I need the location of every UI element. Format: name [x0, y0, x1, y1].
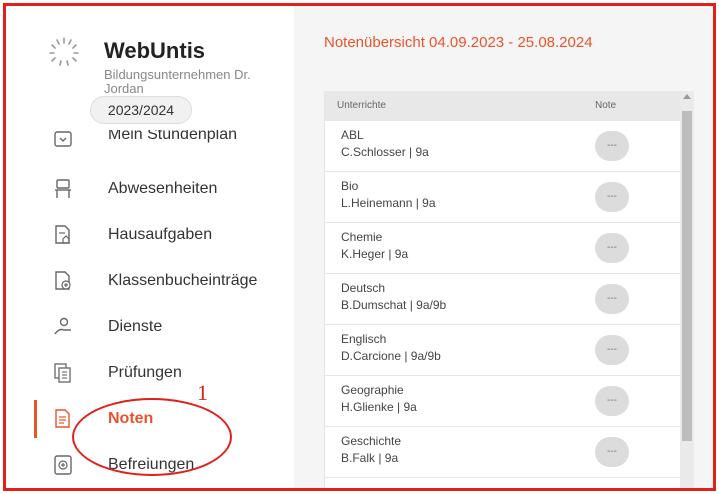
sidebar-item-duties[interactable]: Dienste [6, 304, 294, 350]
subject-name: Deutsch [341, 281, 386, 295]
sidebar: WebUntis Bildungsunternehmen Dr. Jordan … [6, 6, 294, 488]
teacher-class: K.Heger | 9a [341, 247, 409, 261]
subject-name: Geschichte [341, 434, 402, 448]
grade-badge[interactable]: --- [595, 437, 629, 467]
duty-icon [54, 317, 71, 335]
exemption-icon [54, 455, 72, 475]
main-content: Notenübersicht 04.09.2023 - 25.08.2024 U… [294, 6, 713, 488]
table-row[interactable]: Geschichte B.Falk | 9a --- [325, 427, 680, 478]
table-row[interactable]: ABL C.Schlosser | 9a --- [325, 121, 680, 172]
sidebar-item-exams[interactable]: Prüfungen [6, 350, 294, 396]
teacher-class: H.Glienke | 9a [341, 400, 417, 414]
sidebar-item-absences[interactable]: Abwesenheiten [6, 166, 294, 212]
subject-name: Geographie [341, 383, 404, 397]
sidebar-item-label: Mein Stundenplan [108, 130, 237, 143]
annotation-number: 1 [197, 380, 208, 405]
school-year-selector[interactable]: 2023/2024 [90, 96, 192, 124]
annotation-ellipse [72, 398, 232, 476]
column-header-subjects: Unterrichte [337, 100, 386, 111]
column-header-grade: Note [595, 100, 617, 111]
school-name: Bildungsunternehmen Dr. Jordan [104, 67, 251, 96]
sidebar-item-label: Klassenbucheinträge [108, 272, 258, 289]
grade-badge[interactable]: --- [595, 131, 629, 161]
table-row[interactable]: Englisch D.Carcione | 9a/9b --- [325, 325, 680, 376]
sidebar-item-label: Dienste [108, 318, 163, 335]
scroll-thumb[interactable] [682, 111, 692, 441]
subject-name: ABL [341, 128, 364, 142]
teacher-class: D.Carcione | 9a/9b [341, 349, 441, 363]
sidebar-item-label: Hausaufgaben [108, 226, 213, 243]
table-scrollbar[interactable] [680, 91, 694, 488]
sidebar-item-homework[interactable]: Hausaufgaben [6, 212, 294, 258]
classbook-entry-icon [55, 271, 71, 290]
timetable-icon [54, 131, 72, 147]
subject-name: Chemie [341, 230, 383, 244]
teacher-class: C.Schlosser | 9a [341, 145, 429, 159]
grade-badge[interactable]: --- [595, 386, 629, 416]
app-title: WebUntis [104, 38, 206, 63]
table-row[interactable]: Deutsch B.Dumschat | 9a/9b --- [325, 274, 680, 325]
teacher-class: B.Falk | 9a [341, 451, 399, 465]
grades-table: Unterrichte Note ABL C.Schlosser | 9a --- B… [324, 91, 680, 488]
grade-badge[interactable]: --- [595, 335, 629, 365]
scroll-up-arrow-icon[interactable] [683, 94, 691, 99]
grade-badge[interactable]: --- [595, 182, 629, 212]
homework-icon [55, 225, 70, 244]
teacher-class: L.Heinemann | 9a [341, 196, 436, 210]
grades-icon [55, 409, 70, 428]
table-header: Unterrichte Note [325, 91, 680, 121]
subject-name: Bio [341, 179, 359, 193]
grade-badge[interactable]: --- [595, 233, 629, 263]
exams-icon [54, 363, 71, 383]
chair-icon [55, 179, 71, 198]
table-row[interactable]: Chemie K.Heger | 9a --- [325, 223, 680, 274]
subject-name: Englisch [341, 332, 387, 346]
page-title: Notenübersicht 04.09.2023 - 25.08.2024 [324, 34, 593, 51]
webuntis-logo-icon [49, 37, 79, 66]
table-body: ABL C.Schlosser | 9a --- Bio L.Heinemann | 9… [325, 121, 680, 478]
grade-badge[interactable]: --- [595, 284, 629, 314]
teacher-class: B.Dumschat | 9a/9b [341, 298, 447, 312]
table-row[interactable]: Geographie H.Glienke | 9a --- [325, 376, 680, 427]
table-row[interactable]: Bio L.Heinemann | 9a --- [325, 172, 680, 223]
screenshot-frame: WebUntis Bildungsunternehmen Dr. Jordan … [3, 3, 716, 491]
sidebar-item-label: Abwesenheiten [108, 180, 218, 197]
sidebar-item-label: Prüfungen [108, 364, 182, 381]
sidebar-item-classbook[interactable]: Klassenbucheinträge [6, 258, 294, 304]
